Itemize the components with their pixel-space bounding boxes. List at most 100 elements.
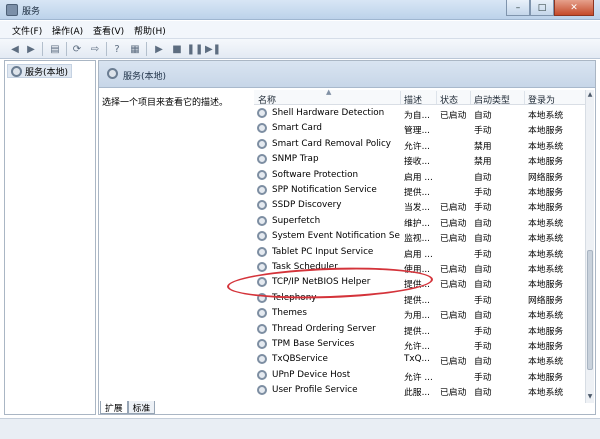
service-startup-type: 自动 — [474, 218, 492, 229]
menu-view[interactable]: 查看(V) — [93, 24, 124, 37]
export-list-icon[interactable]: ⇨ — [88, 42, 102, 56]
service-status: 已启动 — [440, 203, 467, 214]
service-name: Telephony — [272, 292, 317, 303]
service-gear-icon — [257, 262, 267, 272]
service-gear-icon — [257, 369, 267, 380]
description-text: 选择一个项目来查看它的描述。 — [102, 98, 229, 108]
col-desc-header[interactable]: 描述 — [404, 93, 422, 106]
service-description: 使用... — [404, 265, 430, 275]
col-logon-header[interactable]: 登录为 — [528, 93, 555, 106]
table-row[interactable]: Task Scheduler 使用... 已启动 自动 本地系统 — [254, 260, 586, 275]
service-description: 提供... — [404, 295, 430, 306]
start-service-icon[interactable]: ▶ — [152, 42, 166, 56]
panel-header: 服务(本地) — [99, 61, 595, 88]
service-name: SNMP Trap — [272, 154, 319, 165]
service-status: 已启动 — [440, 234, 467, 245]
service-description: 此服... — [404, 388, 430, 399]
forward-arrow-icon[interactable]: ▶ — [24, 42, 38, 56]
tree-item-services-local[interactable]: 服务(本地) — [7, 64, 73, 78]
service-gear-icon — [257, 308, 267, 319]
service-description: 启用 ... — [404, 249, 433, 260]
close-button[interactable]: ✕ — [554, 0, 594, 16]
table-row[interactable]: SNMP Trap 接收... 禁用 本地服务 — [254, 152, 586, 167]
scrollbar-thumb[interactable] — [587, 250, 593, 370]
service-name: Superfetch — [272, 215, 321, 226]
console-tree-icon[interactable]: ▤ — [48, 42, 62, 56]
help-icon[interactable]: ? — [110, 42, 124, 56]
properties-icon[interactable]: ▦ — [128, 42, 142, 56]
service-gear-icon — [257, 169, 267, 180]
service-name: SPP Notification Service — [272, 185, 377, 195]
menu-action[interactable]: 操作(A) — [52, 24, 83, 37]
service-name: Tablet PC Input Service — [272, 246, 374, 257]
minimize-button[interactable]: – — [506, 0, 530, 16]
column-divider — [436, 91, 437, 104]
maximize-button[interactable]: □ — [530, 0, 554, 16]
restart-service-icon[interactable]: ▶❚ — [205, 42, 221, 56]
table-row[interactable]: Shell Hardware Detection 为自... 已启动 自动 本地系统 — [254, 106, 586, 121]
stop-service-icon[interactable]: ■ — [170, 42, 184, 56]
table-row[interactable]: Themes 为用... 已启动 自动 本地系统 — [254, 306, 586, 321]
table-row[interactable]: User Profile Service 此服... 已启动 自动 本地系统 — [254, 383, 586, 398]
window-controls: – □ ✕ — [506, 0, 594, 18]
tab-extended[interactable]: 扩展 — [100, 401, 128, 414]
service-status: 已启动 — [440, 357, 467, 368]
table-row[interactable]: Superfetch 维护... 已启动 自动 本地系统 — [254, 214, 586, 229]
table-row[interactable]: Tablet PC Input Service 启用 ... 手动 本地系统 — [254, 245, 586, 260]
table-row[interactable]: Smart Card 管理... 手动 本地服务 — [254, 121, 586, 136]
service-description: 当发... — [404, 203, 430, 214]
table-row[interactable]: TxQBService TxQ... 已启动 自动 本地系统 — [254, 352, 586, 367]
service-gear-icon — [257, 231, 267, 242]
service-status: 已启动 — [440, 111, 467, 121]
table-row[interactable]: Software Protection 启用 ... 自动 网络服务 — [254, 168, 586, 183]
pause-service-icon[interactable]: ❚❚ — [187, 42, 204, 56]
service-logon-as: 本地服务 — [528, 372, 564, 383]
service-startup-type: 手动 — [474, 188, 492, 198]
table-header: ▲ 名称 描述 状态 启动类型 登录为 — [254, 88, 594, 106]
col-startup-header[interactable]: 启动类型 — [474, 93, 510, 106]
col-status-header[interactable]: 状态 — [440, 93, 458, 106]
table-row[interactable]: SSDP Discovery 当发... 已启动 手动 本地服务 — [254, 198, 586, 213]
services-app-icon — [6, 4, 18, 16]
service-logon-as: 本地系统 — [528, 311, 564, 322]
service-name: UPnP Device Host — [272, 369, 351, 380]
service-startup-type: 手动 — [474, 295, 492, 306]
menu-help[interactable]: 帮助(H) — [134, 24, 166, 37]
table-row[interactable]: Thread Ordering Server 提供... 手动 本地服务 — [254, 322, 586, 337]
service-logon-as: 本地服务 — [528, 188, 564, 198]
back-arrow-icon[interactable]: ◀ — [8, 42, 22, 56]
table-row[interactable]: Telephony 提供... 手动 网络服务 — [254, 291, 586, 306]
service-startup-type: 手动 — [474, 372, 492, 383]
service-logon-as: 本地系统 — [528, 218, 564, 229]
toolbar-separator — [42, 42, 43, 56]
refresh-icon[interactable]: ⟳ — [70, 42, 84, 56]
service-logon-as: 本地服务 — [528, 203, 564, 214]
service-logon-as: 本地系统 — [528, 141, 564, 152]
table-row[interactable]: SPP Notification Service 提供... 手动 本地服务 — [254, 183, 586, 198]
toolbar: ◀ ▶ ▤ ⟳ ⇨ ? ▦ ▶ ■ ❚❚ ▶❚ — [0, 39, 600, 59]
service-logon-as: 本地系统 — [528, 388, 564, 399]
col-name-header[interactable]: 名称 — [258, 93, 276, 106]
menu-file[interactable]: 文件(F) — [12, 24, 42, 37]
service-gear-icon — [257, 354, 267, 365]
service-description: 允许... — [404, 342, 430, 352]
service-startup-type: 自动 — [474, 234, 492, 245]
tab-standard[interactable]: 标准 — [127, 401, 156, 414]
table-row[interactable]: Smart Card Removal Policy 允许... 禁用 本地系统 — [254, 137, 586, 152]
scroll-up-icon[interactable]: ▲ — [586, 91, 594, 100]
service-description: 提供... — [404, 326, 430, 337]
service-name: SSDP Discovery — [272, 200, 342, 211]
table-row[interactable]: TPM Base Services 允许... 手动 本地服务 — [254, 337, 586, 352]
service-startup-type: 手动 — [474, 126, 492, 137]
table-row[interactable]: UPnP Device Host 允许 ... 手动 本地服务 — [254, 368, 586, 383]
service-description: TxQ... — [404, 354, 430, 365]
table-row[interactable]: System Event Notification Se... 监视... 已启动自… — [254, 229, 586, 244]
service-logon-as: 本地系统 — [528, 234, 564, 245]
service-description: 允许 ... — [404, 372, 433, 383]
service-logon-as: 本地服务 — [528, 342, 564, 352]
vertical-scrollbar[interactable]: ▲ ▼ — [585, 90, 594, 403]
service-startup-type: 自动 — [474, 357, 492, 368]
scroll-down-icon[interactable]: ▼ — [586, 393, 594, 402]
status-bar — [0, 418, 600, 439]
table-row[interactable]: TCP/IP NetBIOS Helper 提供... 已启动 自动 本地服务 — [254, 275, 586, 290]
